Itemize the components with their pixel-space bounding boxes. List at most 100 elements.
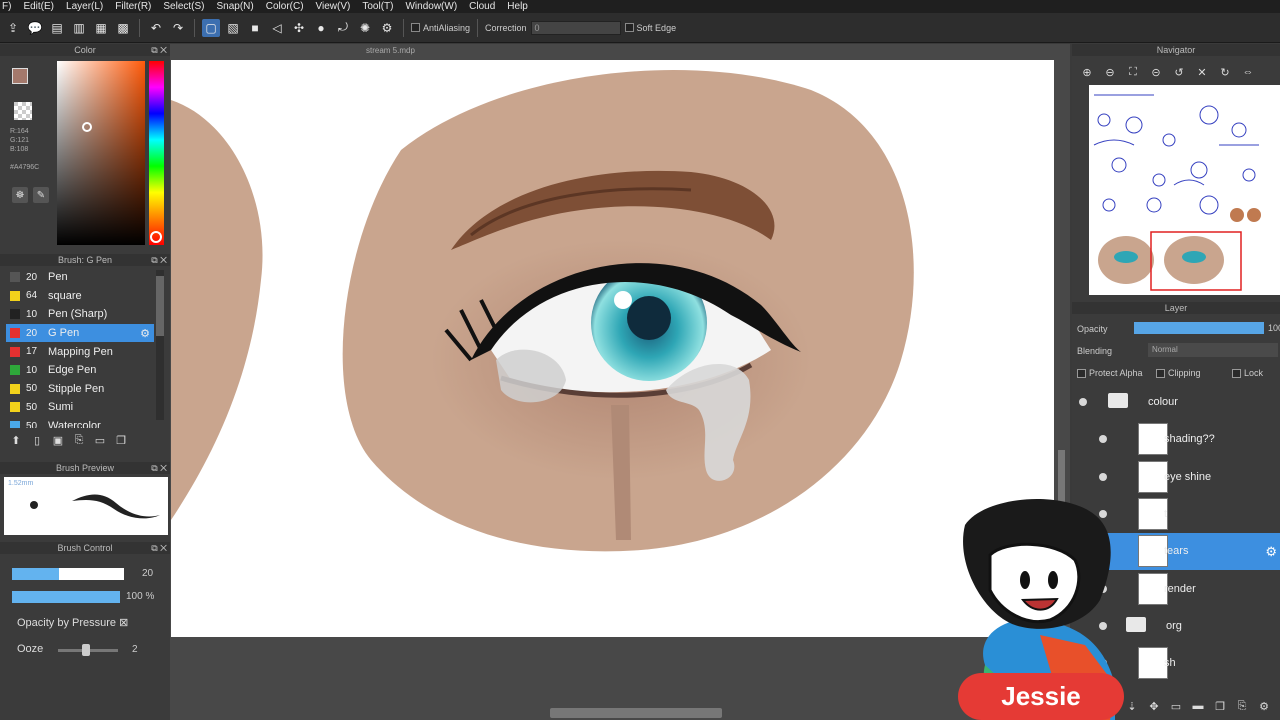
menu-select[interactable]: Select(S) <box>163 0 204 13</box>
brush-item[interactable]: 10 Edge Pen <box>6 361 154 380</box>
redo-icon[interactable]: ↷ <box>169 19 187 37</box>
lock-checkbox[interactable] <box>1232 368 1241 378</box>
layer-move-icon[interactable]: ✥ <box>1146 698 1162 714</box>
rotate-icon[interactable]: ✺ <box>356 19 374 37</box>
layer-duplicate-icon[interactable]: ⎘ <box>1234 698 1250 714</box>
rotate-left-icon[interactable]: ↺ <box>1170 64 1188 80</box>
brush-item[interactable]: 64 square <box>6 287 154 306</box>
correction-select[interactable]: 0 <box>530 20 621 35</box>
layer-row[interactable]: eye shine <box>1072 458 1280 496</box>
brush-list-scrollbar[interactable] <box>156 270 164 420</box>
layer-settings-icon[interactable]: ⚙ <box>1256 698 1272 714</box>
palette-icon[interactable]: ☸ <box>12 187 28 203</box>
panel-float-close-icon[interactable]: ⧉ ✕ <box>151 44 167 56</box>
menu-edit[interactable]: Edit(E) <box>23 0 54 13</box>
panel-float-close-icon[interactable]: ⧉ ✕ <box>151 254 167 266</box>
foreground-color-swatch[interactable] <box>12 68 28 84</box>
panel-float-close-icon[interactable]: ⧉ ✕ <box>151 462 167 474</box>
eyedropper-icon[interactable]: ✎ <box>33 187 49 203</box>
layer-add-icon[interactable]: ▭ <box>1168 698 1184 714</box>
blending-select[interactable]: Normal <box>1148 343 1278 357</box>
layer-visibility-eye-icon[interactable] <box>1099 472 1107 481</box>
select-rect-icon[interactable]: ▢ <box>202 18 220 37</box>
brush-add-icon[interactable]: ⬆ <box>8 432 24 448</box>
fit-icon[interactable]: ⛶ <box>1124 64 1142 80</box>
brush-settings-gear-icon[interactable]: ⚙ <box>140 327 150 340</box>
protect-alpha-toggle[interactable]: Protect Alpha <box>1077 368 1143 378</box>
menu-help[interactable]: Help <box>507 0 528 13</box>
grid-icon[interactable]: ▩ <box>114 19 132 37</box>
brush-item[interactable]: 10 Pen (Sharp) <box>6 305 154 324</box>
lock-toggle[interactable]: Lock <box>1232 368 1263 378</box>
menu-tool[interactable]: Tool(T) <box>362 0 393 13</box>
actual-size-icon[interactable]: ✕ <box>1193 64 1211 80</box>
layer-visibility-eye-icon[interactable] <box>1079 398 1087 406</box>
flip-icon[interactable]: ⇔ <box>1239 64 1257 80</box>
menu-filter[interactable]: Filter(R) <box>115 0 151 13</box>
rotate-right-icon[interactable]: ↻ <box>1216 64 1234 80</box>
speech-bubble-icon[interactable]: 💬 <box>26 19 44 37</box>
brush-item[interactable]: 50 Stipple Pen <box>6 380 154 399</box>
layer-copy-icon[interactable]: ❐ <box>1212 698 1228 714</box>
brush-item[interactable]: 50 Sumi <box>6 398 154 417</box>
protect-alpha-checkbox[interactable] <box>1077 368 1086 378</box>
layout-icon[interactable]: ▤ <box>48 19 66 37</box>
menu-file[interactable]: F) <box>2 0 11 13</box>
invert-selection-icon[interactable]: ◁ <box>268 19 286 37</box>
deselect-icon[interactable]: ■ <box>246 19 264 37</box>
brush-copy-icon[interactable]: ⎘ <box>71 432 87 448</box>
layer-folder-icon[interactable]: ▬ <box>1190 698 1206 714</box>
canvas-horizontal-scrollbar[interactable] <box>550 708 722 718</box>
navigator-thumbnail[interactable] <box>1089 85 1280 295</box>
layer-opacity-slider[interactable] <box>1134 322 1264 334</box>
brush-duplicate-icon[interactable]: ❐ <box>113 432 129 448</box>
drawing-canvas[interactable] <box>171 60 1054 637</box>
zoom-out-icon[interactable]: ⊖ <box>1101 64 1119 80</box>
hue-slider-cursor[interactable] <box>150 231 162 243</box>
menu-window[interactable]: Window(W) <box>405 0 457 13</box>
opacity-by-pressure-toggle[interactable]: Opacity by Pressure ⊠ <box>17 616 128 629</box>
layer-visibility-eye-icon[interactable] <box>1099 435 1107 444</box>
brush-item[interactable]: 20 Pen <box>6 268 154 287</box>
color-picker-cursor[interactable] <box>82 122 92 132</box>
soft-edge-checkbox[interactable] <box>624 23 634 32</box>
brush-item[interactable]: 17 Mapping Pen <box>6 342 154 361</box>
brush-item[interactable]: 50 Watercolor <box>6 417 154 428</box>
layer-folder-row[interactable]: colour <box>1072 384 1280 421</box>
clipping-checkbox[interactable] <box>1156 368 1165 378</box>
menu-color[interactable]: Color(C) <box>266 0 304 13</box>
clipping-toggle[interactable]: Clipping <box>1156 368 1201 378</box>
shrink-icon[interactable]: ● <box>312 19 330 37</box>
menu-view[interactable]: View(V) <box>316 0 351 13</box>
background-color-swatch[interactable] <box>14 102 32 120</box>
select-all-icon[interactable]: ▧ <box>224 19 242 37</box>
menu-cloud[interactable]: Cloud <box>469 0 495 13</box>
upload-icon[interactable]: ⇪ <box>4 19 22 37</box>
antialiasing-toggle[interactable]: AntiAliasing <box>411 23 470 33</box>
antialiasing-checkbox[interactable] <box>411 23 420 32</box>
brush-opacity-slider[interactable] <box>12 591 120 603</box>
document-tab[interactable]: stream 5.mdp <box>366 46 415 55</box>
page-icon[interactable]: ▥ <box>70 19 88 37</box>
saturation-value-picker[interactable] <box>57 61 145 245</box>
panel-float-close-icon[interactable]: ⧉ ✕ <box>151 542 167 554</box>
menu-layer[interactable]: Layer(L) <box>66 0 103 13</box>
brush-new-icon[interactable]: ▯ <box>29 432 45 448</box>
brush-folder-icon[interactable]: ▭ <box>92 432 108 448</box>
brush-cloud-icon[interactable]: ▣ <box>50 432 66 448</box>
soft-edge-toggle[interactable]: Soft Edge <box>624 23 676 33</box>
hue-slider[interactable] <box>149 61 164 245</box>
zoom-minus-icon[interactable]: ⊝ <box>1147 64 1165 80</box>
pages-icon[interactable]: ▦ <box>92 19 110 37</box>
undo-icon[interactable]: ↶ <box>147 19 165 37</box>
scrollbar-thumb[interactable] <box>156 276 164 336</box>
zoom-in-icon[interactable]: ⊕ <box>1078 64 1096 80</box>
brush-size-slider[interactable] <box>12 568 124 580</box>
layer-settings-gear-icon[interactable]: ⚙ <box>1265 544 1277 560</box>
close-icon[interactable]: ⊠ <box>119 617 128 629</box>
ooze-slider-handle[interactable] <box>82 644 90 656</box>
transform-icon[interactable]: ✣ <box>290 19 308 37</box>
settings-icon[interactable]: ⚙ <box>378 19 396 37</box>
menu-snap[interactable]: Snap(N) <box>217 0 254 13</box>
layer-row[interactable]: shading?? <box>1072 421 1280 459</box>
